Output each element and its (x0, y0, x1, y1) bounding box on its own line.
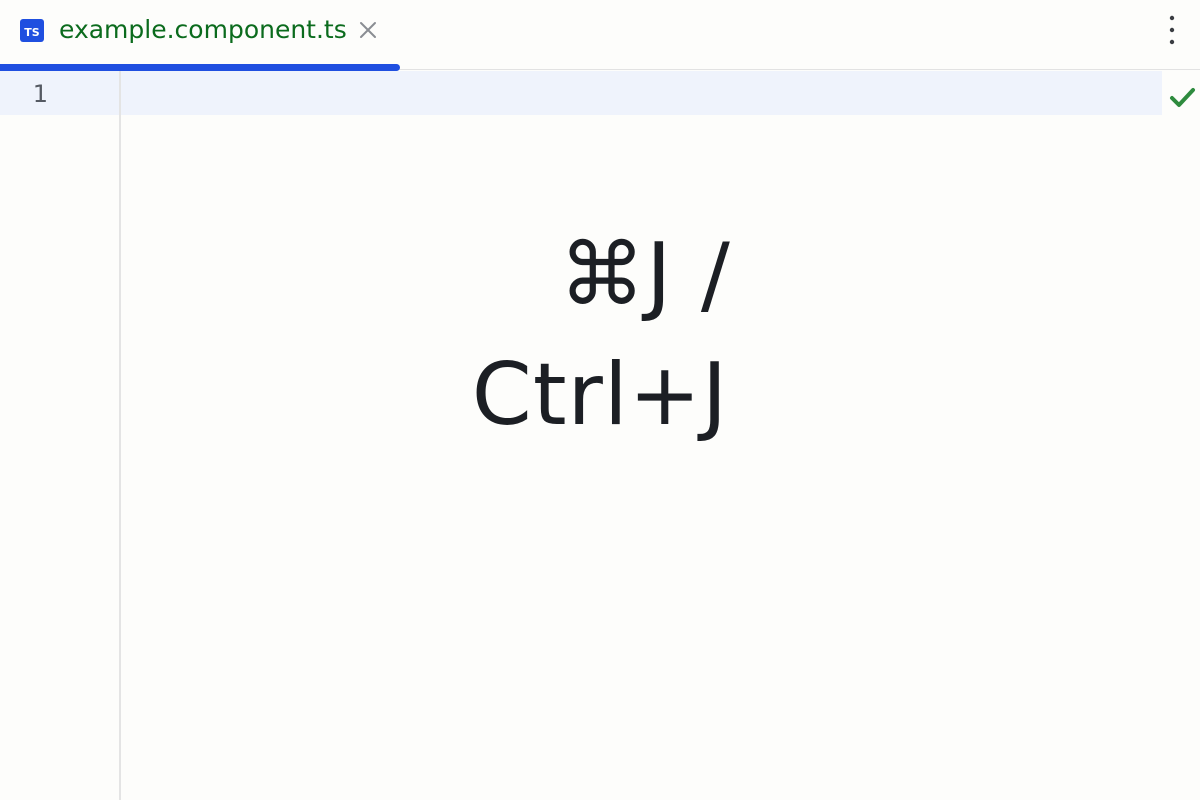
shortcut-overlay-windows: Ctrl+J (471, 345, 729, 445)
active-tab-indicator (0, 64, 400, 71)
tab-title: example.component.ts (59, 15, 347, 44)
line-number: 1 (32, 80, 48, 108)
shortcut-overlay-mac: ⌘J / (559, 225, 731, 325)
check-icon[interactable] (1168, 85, 1198, 111)
typescript-file-icon: TS (20, 19, 44, 42)
more-vertical-icon[interactable] (1160, 12, 1184, 48)
close-icon[interactable] (356, 18, 380, 42)
tab-example-component[interactable]: TS example.component.ts (0, 0, 400, 71)
tab-bar: TS example.component.ts (0, 0, 1200, 71)
line-number-gutter: 1 (0, 71, 121, 800)
current-line-highlight (0, 71, 1162, 115)
